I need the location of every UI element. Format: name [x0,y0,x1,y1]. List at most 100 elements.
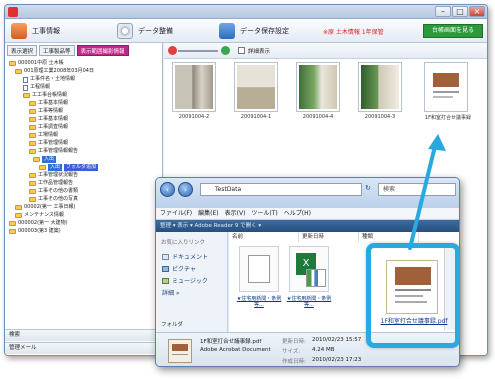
tree-node[interactable]: 工事等情報 [29,108,63,115]
detail-type: Adobe Acrobat Document [200,347,271,353]
refresh-icon[interactable]: ↻ [365,184,375,195]
documents-icon [162,253,169,260]
open-ledger-button[interactable]: 台帳画面を見る [423,24,483,38]
retention-notice-text: ※原 土木情報 1年保管 [323,28,384,36]
file-tile[interactable] [239,246,279,292]
tab-data-maintenance[interactable]: データ整備 [117,21,173,41]
tree-node[interactable]: 工場情報 [29,132,58,139]
address-text: TestData [215,186,242,193]
file-tile[interactable]: X [289,246,329,292]
pictures-icon [162,265,169,272]
close-button[interactable]: × [469,6,485,17]
detail-modified-value: 2010/02/23 15:57 [312,337,362,343]
menu-edit[interactable]: 編集(E) [198,208,218,219]
detail-filename: 1F和室打合せ議事録.pdf [200,339,262,345]
tree-node[interactable]: メンテナンス情報 [15,212,64,219]
photo-thumb[interactable] [234,62,278,112]
retention-notice: ※原 土木情報 1年保管 [323,21,384,41]
music-icon [162,277,169,284]
zoom-in-icon[interactable] [221,46,230,55]
file-label: ★住宅用新聞・条例等... [236,296,282,308]
folders-heading[interactable]: フォルダ [161,320,183,328]
search-bar[interactable]: 検索 [5,329,163,341]
tab-project-products[interactable]: 工事製品等 [39,45,75,56]
tree-node[interactable]: 000001中原 土木帳 [9,60,64,67]
tree-node[interactable]: 工事管理状況報告 [29,172,78,179]
detail-modified-key: 更新日時: [282,339,306,345]
zoom-strip: 詳細表示 [164,43,487,59]
tree-node[interactable]: 工程情報 [23,84,50,91]
menu-help[interactable]: ヘルプ(H) [284,208,311,219]
detail-checkbox[interactable] [238,47,245,54]
photo-thumb[interactable] [172,62,216,112]
tree-node[interactable]: 工事管理情報 [29,140,68,147]
pdf-file-icon [168,339,192,363]
photo-thumb-label: 20091004-1 [240,114,272,120]
gear-icon [117,23,133,39]
photo-thumb[interactable] [358,62,402,112]
detail-created-key: 作成日時: [282,359,306,365]
tree-node[interactable]: 工事その他の写真 [29,196,78,203]
search-input[interactable]: 検索 [378,183,456,196]
photo-thumb[interactable] [296,62,340,112]
tab-data-save-settings[interactable]: データ保存設定 [219,21,289,41]
minimize-button[interactable]: – [435,6,451,17]
tree-node[interactable]: 000003(第3 建築) [9,228,61,235]
tree-node[interactable]: 工工事台帳情報 [23,92,67,99]
tree-node-selected[interactable]: 入出 フォルダ追加 [39,164,99,171]
photo-thumb-label: 20091004-2 [178,114,210,120]
tree-node[interactable]: 00002(第一 工事日報) [15,204,75,211]
forward-button[interactable]: › [178,182,193,197]
tree-node[interactable]: 工事基本情報 [29,116,68,123]
highlight-box [366,243,460,348]
zoom-out-icon[interactable] [168,46,177,55]
tree-node[interactable]: 工事基本情報 [29,100,68,107]
photo-thumb-label: 20091004-4 [302,114,334,120]
left-tab-row: 表示選択 工事製品等 表示範囲撮影情報 [7,45,129,57]
favorites-heading: お気に入りリンク [161,240,206,246]
column-modified[interactable]: 更新日時 [299,232,359,242]
tab-data-maintenance-label: データ整備 [138,27,173,35]
file-label: ★住宅用新聞・条例等... [286,296,332,308]
tree-node[interactable]: 工事件名・土地情報 [23,76,75,83]
tab-data-save-settings-label: データ保存設定 [240,27,289,35]
explorer-top: ‹ › TestData ↻ 検索 [156,178,459,208]
tree-node[interactable]: 工作品管理報告 [29,180,73,187]
tree-node[interactable]: 001原理工業2008年03月04日 [15,68,94,75]
back-button[interactable]: ‹ [160,182,175,197]
maximize-button[interactable]: □ [452,6,468,17]
navigation-pane: お気に入りリンク ドキュメント ピクチャ ミュージック 詳細 » フォルダ [156,232,228,332]
menu-file[interactable]: ファイル(F) [160,208,192,219]
column-name[interactable]: 名前 [229,232,299,242]
nav-documents[interactable]: ドキュメント [162,252,208,261]
mail-bar[interactable]: 管理メール [5,342,163,354]
tab-display-select[interactable]: 表示選択 [7,45,38,56]
detail-checkbox-label: 詳細表示 [248,49,271,55]
save-settings-icon [219,23,235,39]
menu-tools[interactable]: ツール(T) [251,208,277,219]
menu-view[interactable]: 表示(V) [225,208,246,219]
tree-node[interactable]: 工事調査情報 [29,124,68,131]
tree-node-selected[interactable]: 入出 [33,156,57,163]
tab-project-info-label: 工事情報 [32,27,60,35]
detail-size-value: 4.24 MB [312,347,335,353]
detail-created-value: 2010/02/23 17:23 [312,357,362,363]
app-icon [8,7,18,17]
tab-project-info[interactable]: 工事情報 [11,21,60,41]
column-type[interactable]: 種類 [359,232,419,242]
address-bar[interactable]: TestData [200,183,362,196]
nav-more[interactable]: 詳細 » [162,288,180,297]
pdf-thumb-label: 1F和室打合せ議事録 [424,115,472,121]
zoom-slider[interactable] [178,50,218,52]
left-pane: 表示選択 工事製品等 表示範囲撮影情報 000001中原 土木帳 001原理工業… [5,43,163,355]
nav-pictures[interactable]: ピクチャ [162,264,196,273]
tree-node[interactable]: 工事その他の書類 [29,188,78,195]
pdf-thumb[interactable] [424,62,468,112]
tree-node[interactable]: 000002(第一 大建物) [9,220,68,227]
app-titlebar: – □ × [5,5,487,19]
tree-node[interactable]: 工事管理情報報告 [29,148,78,155]
tab-photo-range[interactable]: 表示範囲撮影情報 [76,45,129,56]
command-bar[interactable]: 整理 ▾ 表示 ▾ Adobe Reader 9 で開く ▾ [156,220,459,232]
nav-music[interactable]: ミュージック [162,276,208,285]
detail-size-key: サイズ: [282,349,301,355]
